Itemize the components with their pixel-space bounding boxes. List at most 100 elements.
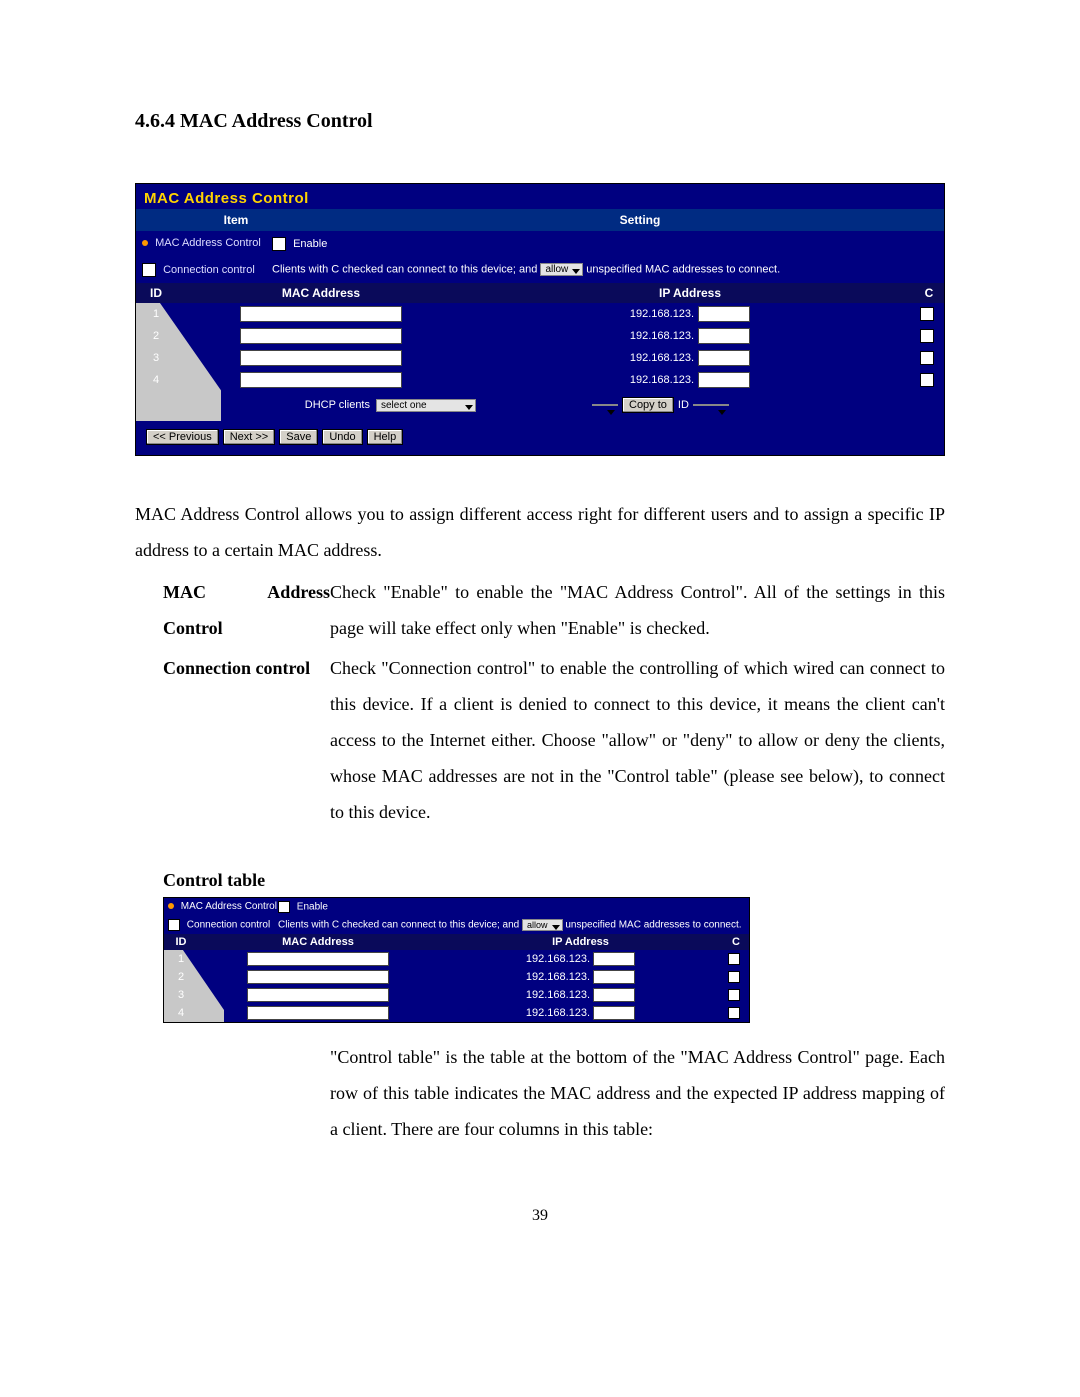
- id-select[interactable]: [693, 404, 729, 406]
- ip-prefix: 192.168.123.: [526, 1007, 590, 1019]
- bullet-icon: [142, 240, 148, 246]
- ip-prefix: 192.168.123.: [630, 308, 694, 320]
- control-table: ID MAC Address IP Address C 1 192.168.123…: [136, 283, 944, 421]
- ip-input[interactable]: [593, 970, 635, 984]
- panel-header-row: Item Setting: [136, 209, 944, 231]
- id-label: ID: [678, 399, 689, 411]
- mini-col-ip: IP Address: [438, 934, 723, 950]
- ip-input[interactable]: [698, 350, 750, 366]
- ip-input[interactable]: [593, 988, 635, 1002]
- copy-to-button[interactable]: Copy to: [622, 397, 674, 413]
- definition-connection-control: Connection control Check "Connection con…: [135, 650, 945, 830]
- c-checkbox[interactable]: [728, 971, 740, 983]
- router-config-panel: MAC Address Control Item Setting MAC Add…: [135, 183, 945, 456]
- mac-input[interactable]: [240, 306, 402, 322]
- mini-connection-pre: Clients with C checked can connect to th…: [278, 920, 519, 931]
- section-heading: 4.6.4 MAC Address Control: [135, 110, 945, 133]
- row-id: 2: [164, 971, 198, 983]
- c-checkbox[interactable]: [728, 953, 740, 965]
- mini-enable-checkbox[interactable]: [278, 901, 290, 913]
- mac-input[interactable]: [240, 350, 402, 366]
- dhcp-aux-select[interactable]: [592, 404, 618, 406]
- control-table-panel: MAC Address Control Enable Connection co…: [163, 897, 750, 1023]
- mac-input[interactable]: [247, 1006, 389, 1020]
- mini-col-mac: MAC Address: [198, 934, 438, 950]
- row-id: 4: [136, 374, 176, 386]
- mini-connection-label: Connection control: [187, 920, 270, 931]
- enable-checkbox[interactable]: [272, 237, 286, 251]
- table-row: 2 192.168.123.: [164, 968, 749, 986]
- ip-input[interactable]: [698, 328, 750, 344]
- col-c: C: [914, 283, 944, 303]
- row-id: 3: [136, 352, 176, 364]
- help-button[interactable]: Help: [367, 429, 404, 445]
- row-id: 1: [136, 308, 176, 320]
- ip-prefix: 192.168.123.: [630, 352, 694, 364]
- control-table-paragraph-row: "Control table" is the table at the bott…: [135, 1039, 945, 1147]
- panel-title: MAC Address Control: [136, 184, 944, 209]
- header-item: Item: [136, 209, 336, 231]
- undo-button[interactable]: Undo: [322, 429, 362, 445]
- previous-button[interactable]: << Previous: [146, 429, 219, 445]
- connection-control-row: Connection control Clients with C checke…: [136, 257, 944, 283]
- ip-input[interactable]: [593, 952, 635, 966]
- definition-mac-control: MAC Address Control Check "Enable" to en…: [135, 574, 945, 646]
- mini-connection-checkbox[interactable]: [168, 919, 180, 931]
- table-row: 1 192.168.123.: [164, 950, 749, 968]
- control-table-heading: Control table: [163, 870, 945, 891]
- c-checkbox[interactable]: [728, 1007, 740, 1019]
- c-checkbox[interactable]: [728, 989, 740, 1001]
- table-row: 4192.168.123.: [136, 369, 944, 391]
- mini-connection-row: Connection control Clients with C checke…: [164, 916, 749, 934]
- ip-prefix: 192.168.123.: [526, 989, 590, 1001]
- mac-input[interactable]: [240, 372, 402, 388]
- control-header: ID MAC Address IP Address C: [136, 283, 944, 303]
- mac-control-label: MAC Address Control: [155, 237, 261, 249]
- def-body-2: Check "Connection control" to enable the…: [330, 650, 945, 830]
- ip-input[interactable]: [698, 372, 750, 388]
- col-ip: IP Address: [466, 283, 914, 303]
- def-body-1: Check "Enable" to enable the "MAC Addres…: [330, 574, 945, 646]
- connection-text-post: unspecified MAC addresses to connect.: [586, 263, 780, 275]
- mac-input[interactable]: [240, 328, 402, 344]
- mini-allow-deny-select[interactable]: allow: [522, 919, 563, 931]
- ip-prefix: 192.168.123.: [526, 971, 590, 983]
- dhcp-label: DHCP clients: [305, 399, 370, 411]
- c-checkbox[interactable]: [920, 351, 934, 365]
- connection-checkbox[interactable]: [142, 263, 156, 277]
- c-checkbox[interactable]: [920, 329, 934, 343]
- row-id: 2: [136, 330, 176, 342]
- mac-input[interactable]: [247, 988, 389, 1002]
- table-row: 3 192.168.123.: [136, 347, 944, 369]
- mac-input[interactable]: [247, 952, 389, 966]
- c-checkbox[interactable]: [920, 373, 934, 387]
- ip-prefix: 192.168.123.: [526, 953, 590, 965]
- bullet-icon: [168, 903, 174, 909]
- ip-input[interactable]: [593, 1006, 635, 1020]
- connection-label: Connection control: [163, 264, 255, 276]
- row-id: 3: [164, 989, 198, 1001]
- intro-paragraph: MAC Address Control allows you to assign…: [135, 496, 945, 568]
- mini-connection-post: unspecified MAC addresses to connect.: [565, 920, 741, 931]
- def-term-2: Connection control: [135, 650, 330, 686]
- ip-input[interactable]: [698, 306, 750, 322]
- dhcp-select[interactable]: select one: [376, 399, 476, 412]
- page-number: 39: [135, 1207, 945, 1225]
- row-id: 4: [164, 1007, 198, 1019]
- table-row: 4 192.168.123.: [164, 1004, 749, 1022]
- mac-input[interactable]: [247, 970, 389, 984]
- mini-mac-control-label: MAC Address Control: [181, 901, 277, 912]
- save-button[interactable]: Save: [279, 429, 318, 445]
- table-row: 2192.168.123.: [136, 325, 944, 347]
- mini-header: ID MAC Address IP Address C: [164, 934, 749, 950]
- row-id: 1: [164, 953, 198, 965]
- def-term-1: MAC Address Control: [135, 574, 330, 646]
- col-id: ID: [136, 283, 176, 303]
- table-row: 3 192.168.123.: [164, 986, 749, 1004]
- dhcp-row: DHCP clients select one Copy to ID: [136, 391, 944, 421]
- button-bar: << Previous Next >> Save Undo Help: [136, 421, 944, 455]
- header-setting: Setting: [336, 209, 944, 231]
- c-checkbox[interactable]: [920, 307, 934, 321]
- allow-deny-select[interactable]: allow: [540, 263, 583, 276]
- next-button[interactable]: Next >>: [223, 429, 276, 445]
